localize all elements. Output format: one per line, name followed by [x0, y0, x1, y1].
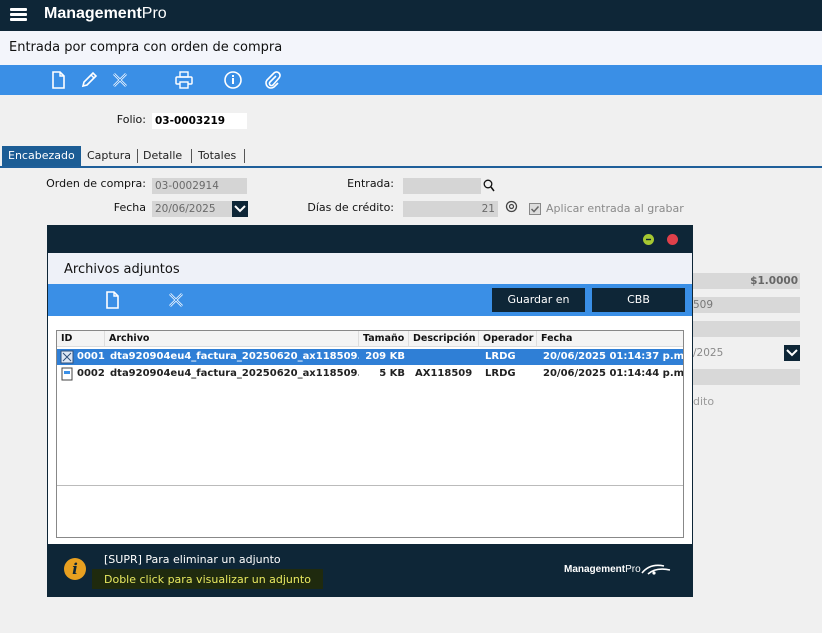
search-icon[interactable] [483, 179, 495, 192]
fecha-label: Fecha [113, 201, 146, 214]
delete-hint: [SUPR] Para eliminar un adjunto [104, 553, 281, 566]
fecha-dropdown-button[interactable] [232, 201, 248, 217]
table-divider [57, 485, 683, 486]
info-icon[interactable] [223, 70, 243, 90]
cbb-button[interactable]: CBB [592, 288, 685, 312]
orden-compra-label: Orden de compra: [46, 177, 146, 190]
cell-descripcion [415, 349, 479, 365]
background-field[interactable] [693, 369, 800, 385]
cell-archivo: dta920904eu4_factura_20250620_ax118509.x… [110, 368, 359, 379]
tabs-underline [0, 166, 822, 168]
tab-totales[interactable]: Totales [192, 146, 242, 166]
column-header-descripcion[interactable]: Descripción [409, 331, 479, 347]
entrada-label: Entrada: [347, 177, 394, 190]
xml-file-icon [60, 367, 74, 381]
cell-tamano: 209 KB [365, 351, 405, 362]
column-header-tamano[interactable]: Tamaño [359, 331, 409, 347]
cell-archivo: dta920904eu4_factura_20250620_ax118509.p… [110, 351, 359, 362]
cell-fecha: 20/06/2025 01:14:44 p.m. [543, 368, 683, 379]
modal-header [48, 226, 692, 253]
cell-operador: LRDG [485, 351, 516, 362]
cell-tamano: 5 KB [379, 368, 405, 379]
modal-title: Archivos adjuntos [64, 262, 180, 277]
attachments-table: ID Archivo Tamaño Descripción Operador F… [56, 330, 684, 538]
guardar-en-button[interactable]: Guardar en [492, 288, 585, 312]
cell-operador: LRDG [485, 368, 516, 379]
aplicar-entrada-checkbox[interactable] [529, 203, 541, 215]
column-header-id[interactable]: ID [57, 331, 105, 347]
add-attachment-icon[interactable] [102, 290, 122, 310]
info-icon: i [64, 558, 86, 580]
column-header-fecha[interactable]: Fecha [537, 331, 683, 347]
tab-captura[interactable]: Captura [81, 146, 137, 166]
tipo-cambio-field[interactable]: $1.0000 [693, 273, 800, 289]
double-click-hint: Doble click para visualizar un adjunto [92, 569, 323, 589]
cell-id: 0002 [77, 368, 105, 379]
minimize-icon[interactable] [643, 234, 654, 245]
cell-fecha: 20/06/2025 01:14:37 p.m. [543, 351, 683, 362]
column-header-operador[interactable]: Operador [479, 331, 537, 347]
attachments-modal: Archivos adjuntos Guardar en CBB ID Arch… [47, 225, 693, 597]
table-row[interactable]: 0001 dta920904eu4_factura_20250620_ax118… [57, 349, 683, 365]
background-label: dito [693, 395, 715, 408]
fecha-field[interactable]: 20/06/2025 [152, 201, 232, 217]
referencia-field[interactable]: 509 [693, 297, 800, 313]
tab-divider [244, 149, 245, 163]
app-brand: ManagementPro [44, 5, 167, 22]
dias-credito-field[interactable]: 21 [403, 201, 498, 217]
modal-footer: i [SUPR] Para eliminar un adjunto Doble … [48, 544, 692, 596]
dias-credito-label: Días de crédito: [307, 201, 394, 214]
aplicar-entrada-label: Aplicar entrada al grabar [546, 202, 684, 215]
hamburger-menu-icon[interactable] [10, 8, 27, 22]
gear-icon[interactable] [505, 200, 518, 213]
brand-logo-icon [640, 561, 672, 577]
tab-encabezado[interactable]: Encabezado [2, 146, 81, 166]
pdf-file-icon [60, 350, 74, 364]
delete-icon[interactable] [110, 70, 130, 90]
page-title: Entrada por compra con orden de compra [9, 40, 283, 55]
vencimiento-dropdown-button[interactable] [784, 345, 800, 361]
attach-icon[interactable] [262, 70, 282, 90]
delete-attachment-icon[interactable] [166, 290, 186, 310]
column-header-archivo[interactable]: Archivo [105, 331, 359, 347]
background-field[interactable] [693, 321, 800, 337]
orden-compra-field[interactable]: 03-0002914 [152, 178, 247, 194]
tab-detalle[interactable]: Detalle [137, 146, 188, 166]
folio-label: Folio: [116, 113, 146, 126]
entrada-field[interactable] [403, 178, 481, 194]
new-document-icon[interactable] [48, 70, 68, 90]
cell-id: 0001 [77, 351, 105, 362]
fecha-vencimiento-field[interactable]: /2025 [693, 345, 783, 361]
close-icon[interactable] [667, 234, 678, 245]
folio-field[interactable]: 03-0003219 [152, 113, 247, 129]
table-row[interactable]: 0002 dta920904eu4_factura_20250620_ax118… [57, 366, 683, 382]
table-header: ID Archivo Tamaño Descripción Operador F… [57, 331, 683, 347]
print-icon[interactable] [174, 70, 194, 90]
edit-icon[interactable] [79, 70, 99, 90]
cell-descripcion: AX118509 [415, 368, 473, 379]
footer-brand: ManagementPro [564, 564, 641, 575]
